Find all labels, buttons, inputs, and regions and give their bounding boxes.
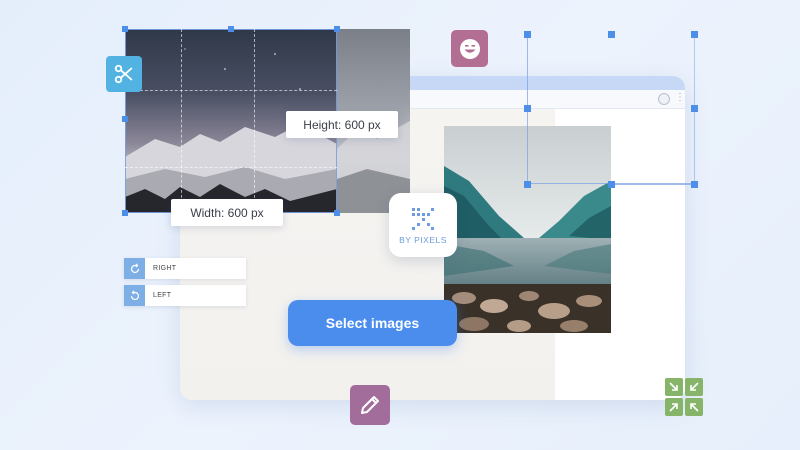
arrow-up-right-icon bbox=[665, 398, 683, 416]
lake-handle-top-left[interactable] bbox=[524, 31, 531, 38]
lake-handle-right[interactable] bbox=[691, 105, 698, 112]
crop-handle-top[interactable] bbox=[228, 26, 234, 32]
logo-card: BY PIXELS bbox=[389, 193, 457, 257]
lake-handle-bottom-right[interactable] bbox=[691, 181, 698, 188]
scissors-button[interactable] bbox=[106, 56, 142, 92]
resize-button[interactable] bbox=[665, 378, 703, 416]
arrow-down-right-icon bbox=[665, 378, 683, 396]
lake-handle-bottom[interactable] bbox=[608, 181, 615, 188]
crop-grid-line bbox=[125, 90, 337, 91]
rotate-right-button[interactable]: RIGHT bbox=[124, 258, 246, 279]
height-label: Height: 600 px bbox=[286, 111, 398, 138]
crop-handle-bottom-left[interactable] bbox=[122, 210, 128, 216]
crop-grid-line bbox=[254, 29, 255, 213]
rotate-right-label: RIGHT bbox=[153, 265, 177, 272]
logo-text: BY PIXELS bbox=[399, 234, 447, 245]
scissors-icon bbox=[114, 64, 133, 84]
emoji-button[interactable] bbox=[451, 30, 488, 67]
lake-crop-guide bbox=[611, 184, 695, 185]
rotate-left-icon bbox=[124, 285, 145, 306]
lake-handle-bottom-left[interactable] bbox=[524, 181, 531, 188]
pixels-logo-icon bbox=[412, 207, 434, 230]
width-label: Width: 600 px bbox=[171, 199, 283, 226]
crop-handle-top-right[interactable] bbox=[334, 26, 340, 32]
rotate-left-button[interactable]: LEFT bbox=[124, 285, 246, 306]
crop-handle-bottom-right[interactable] bbox=[334, 210, 340, 216]
lake-handle-top-right[interactable] bbox=[691, 31, 698, 38]
pencil-icon bbox=[361, 396, 379, 414]
crop-handle-left[interactable] bbox=[122, 116, 128, 122]
lake-handle-top[interactable] bbox=[608, 31, 615, 38]
arrow-up-left-icon bbox=[685, 398, 703, 416]
arrow-down-left-icon bbox=[685, 378, 703, 396]
crop-grid-line bbox=[125, 167, 337, 168]
crop-handle-top-left[interactable] bbox=[122, 26, 128, 32]
lake-crop-frame[interactable] bbox=[527, 34, 695, 184]
pencil-button[interactable] bbox=[350, 385, 390, 425]
rotate-right-icon bbox=[124, 258, 145, 279]
select-images-button[interactable]: Select images bbox=[288, 300, 457, 346]
lake-handle-left[interactable] bbox=[524, 105, 531, 112]
smiley-icon bbox=[459, 38, 480, 59]
rotate-left-label: LEFT bbox=[153, 292, 172, 299]
crop-grid-line bbox=[181, 29, 182, 213]
